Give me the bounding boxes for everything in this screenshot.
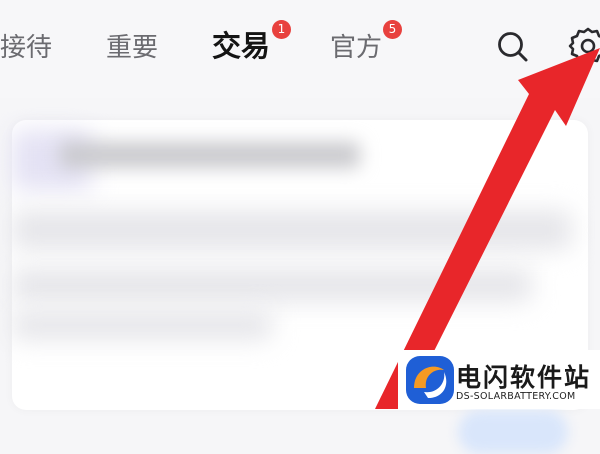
watermark-logo xyxy=(406,356,454,404)
annotation-arrow xyxy=(375,48,600,409)
watermark: 电闪软件站 DS-SOLARBATTERY.COM xyxy=(398,350,600,409)
watermark-subtitle: DS-SOLARBATTERY.COM xyxy=(456,391,576,402)
watermark-title: 电闪软件站 xyxy=(456,363,592,392)
blurred-action-button[interactable] xyxy=(458,410,568,454)
